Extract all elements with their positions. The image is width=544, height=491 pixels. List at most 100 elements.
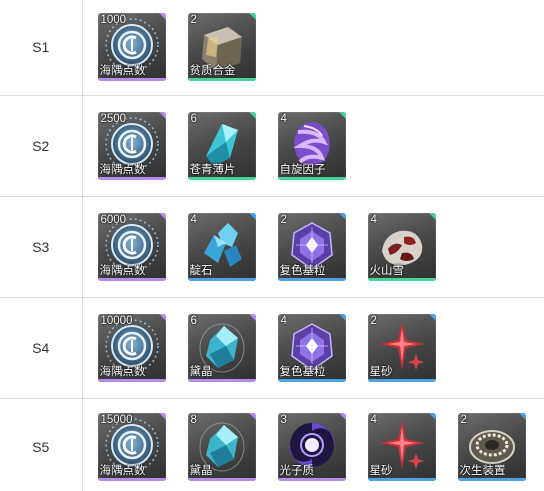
- material-card[interactable]: 4 火山雪: [367, 212, 436, 281]
- stage-label: S4: [0, 296, 83, 399]
- rarity-bar: [457, 478, 526, 481]
- material-count: 3: [280, 414, 287, 426]
- material-card[interactable]: 10000 海隅点数: [97, 313, 166, 382]
- rarity-corner-marker: [158, 313, 166, 321]
- upgrade-materials-table: S1 1000 海隅点数 2 贫质合金 S2 2500 海隅点数 6 苍青薄片 4 自旋因子 S3 600…: [0, 0, 544, 491]
- rarity-bar: [187, 78, 256, 82]
- rarity-corner-marker: [338, 111, 346, 119]
- material-card[interactable]: 6 苍青薄片: [187, 111, 256, 180]
- material-name: 海隅点数: [99, 163, 146, 176]
- rarity-corner-marker: [248, 13, 256, 21]
- material-card[interactable]: 3 光子质: [277, 413, 346, 481]
- material-card[interactable]: 4 靛石: [187, 212, 256, 281]
- material-card[interactable]: 4 星砂: [367, 413, 436, 481]
- stage-label: S3: [0, 195, 83, 298]
- rarity-corner-marker: [158, 111, 166, 119]
- material-count: 4: [280, 314, 287, 327]
- table-row: S5 15000 海隅点数 8 黛晶 3 光子质 4 星砂 2 次生装置: [0, 397, 544, 491]
- material-count: 8: [190, 414, 197, 426]
- rarity-bar: [187, 277, 256, 281]
- material-count: 15000: [100, 414, 133, 426]
- material-card[interactable]: 2500 海隅点数: [97, 111, 166, 180]
- materials-list: 2500 海隅点数 6 苍青薄片 4 自旋因子: [97, 111, 544, 180]
- materials-cell: 1000 海隅点数 2 贫质合金: [82, 0, 544, 96]
- material-count: 2: [460, 414, 467, 426]
- rarity-bar: [367, 277, 436, 281]
- material-count: 1000: [100, 14, 127, 27]
- material-card[interactable]: 6 黛晶: [187, 313, 256, 382]
- stage-label: S2: [0, 94, 83, 197]
- material-count: 2500: [100, 112, 127, 125]
- material-count: 6: [190, 112, 197, 125]
- table-row: S4 10000 海隅点数 6 黛晶 4 复色基粒 2 星砂: [0, 296, 544, 399]
- material-card[interactable]: 2 复色基粒: [277, 212, 346, 281]
- material-count: 4: [370, 213, 377, 226]
- rarity-corner-marker: [428, 413, 436, 420]
- rarity-bar: [277, 176, 346, 180]
- materials-list: 1000 海隅点数 2 贫质合金: [97, 13, 544, 82]
- material-card[interactable]: 1000 海隅点数: [97, 13, 166, 82]
- stage-label: S1: [0, 0, 83, 96]
- stage-label: S5: [0, 397, 83, 491]
- material-card[interactable]: 15000 海隅点数: [97, 413, 166, 481]
- material-name: 海隅点数: [99, 264, 146, 277]
- material-name: 复色基粒: [279, 264, 326, 277]
- materials-cell: 10000 海隅点数 6 黛晶 4 复色基粒 2 星砂: [82, 296, 544, 399]
- rarity-corner-marker: [158, 13, 166, 21]
- material-card[interactable]: 6000 海隅点数: [97, 212, 166, 281]
- rarity-bar: [277, 277, 346, 281]
- rarity-bar: [97, 277, 166, 281]
- materials-cell: 15000 海隅点数 8 黛晶 3 光子质 4 星砂 2 次生装置: [82, 397, 544, 491]
- rarity-corner-marker: [248, 212, 256, 220]
- material-name: 贫质合金: [189, 65, 236, 78]
- material-name: 星砂: [369, 365, 393, 378]
- material-card[interactable]: 2 贫质合金: [187, 13, 256, 82]
- material-count: 6: [190, 314, 197, 327]
- material-name: 次生装置: [459, 465, 506, 477]
- material-count: 4: [190, 213, 197, 226]
- rarity-bar: [367, 478, 436, 481]
- material-count: 10000: [100, 314, 133, 327]
- material-count: 2: [370, 314, 377, 327]
- rarity-corner-marker: [248, 413, 256, 420]
- rarity-bar: [187, 478, 256, 481]
- table-row: S2 2500 海隅点数 6 苍青薄片 4 自旋因子: [0, 94, 544, 197]
- rarity-bar: [97, 78, 166, 82]
- table-body: S1 1000 海隅点数 2 贫质合金 S2 2500 海隅点数 6 苍青薄片 4 自旋因子 S3 600…: [0, 0, 544, 491]
- rarity-bar: [97, 478, 166, 481]
- material-name: 苍青薄片: [189, 163, 236, 176]
- material-name: 火山雪: [369, 264, 405, 277]
- material-name: 光子质: [279, 465, 315, 477]
- rarity-bar: [187, 176, 256, 180]
- rarity-bar: [277, 478, 346, 481]
- material-card[interactable]: 8 黛晶: [187, 413, 256, 481]
- table-row: S1 1000 海隅点数 2 贫质合金: [0, 0, 544, 96]
- rarity-bar: [367, 378, 436, 382]
- rarity-corner-marker: [338, 313, 346, 321]
- materials-list: 6000 海隅点数 4 靛石 2 复色基粒 4 火山雪: [97, 212, 544, 281]
- rarity-corner-marker: [248, 313, 256, 321]
- material-name: 海隅点数: [99, 465, 146, 477]
- material-name: 复色基粒: [279, 365, 326, 378]
- rarity-bar: [187, 378, 256, 382]
- material-count: 2: [280, 213, 287, 226]
- rarity-bar: [97, 378, 166, 382]
- material-count: 4: [370, 414, 377, 426]
- rarity-corner-marker: [338, 413, 346, 420]
- material-name: 海隅点数: [99, 65, 146, 78]
- rarity-corner-marker: [428, 313, 436, 321]
- materials-cell: 6000 海隅点数 4 靛石 2 复色基粒 4 火山雪: [82, 195, 544, 298]
- material-count: 4: [280, 112, 287, 125]
- material-name: 靛石: [189, 264, 213, 277]
- rarity-corner-marker: [158, 413, 166, 420]
- rarity-corner-marker: [338, 212, 346, 220]
- material-card[interactable]: 4 复色基粒: [277, 313, 346, 382]
- material-name: 星砂: [369, 465, 393, 477]
- rarity-corner-marker: [158, 212, 166, 220]
- material-name: 海隅点数: [99, 365, 146, 378]
- material-count: 2: [190, 14, 197, 27]
- rarity-corner-marker: [518, 413, 526, 420]
- material-card[interactable]: 4 自旋因子: [277, 111, 346, 180]
- material-card[interactable]: 2 次生装置: [457, 413, 526, 481]
- material-card[interactable]: 2 星砂: [367, 313, 436, 382]
